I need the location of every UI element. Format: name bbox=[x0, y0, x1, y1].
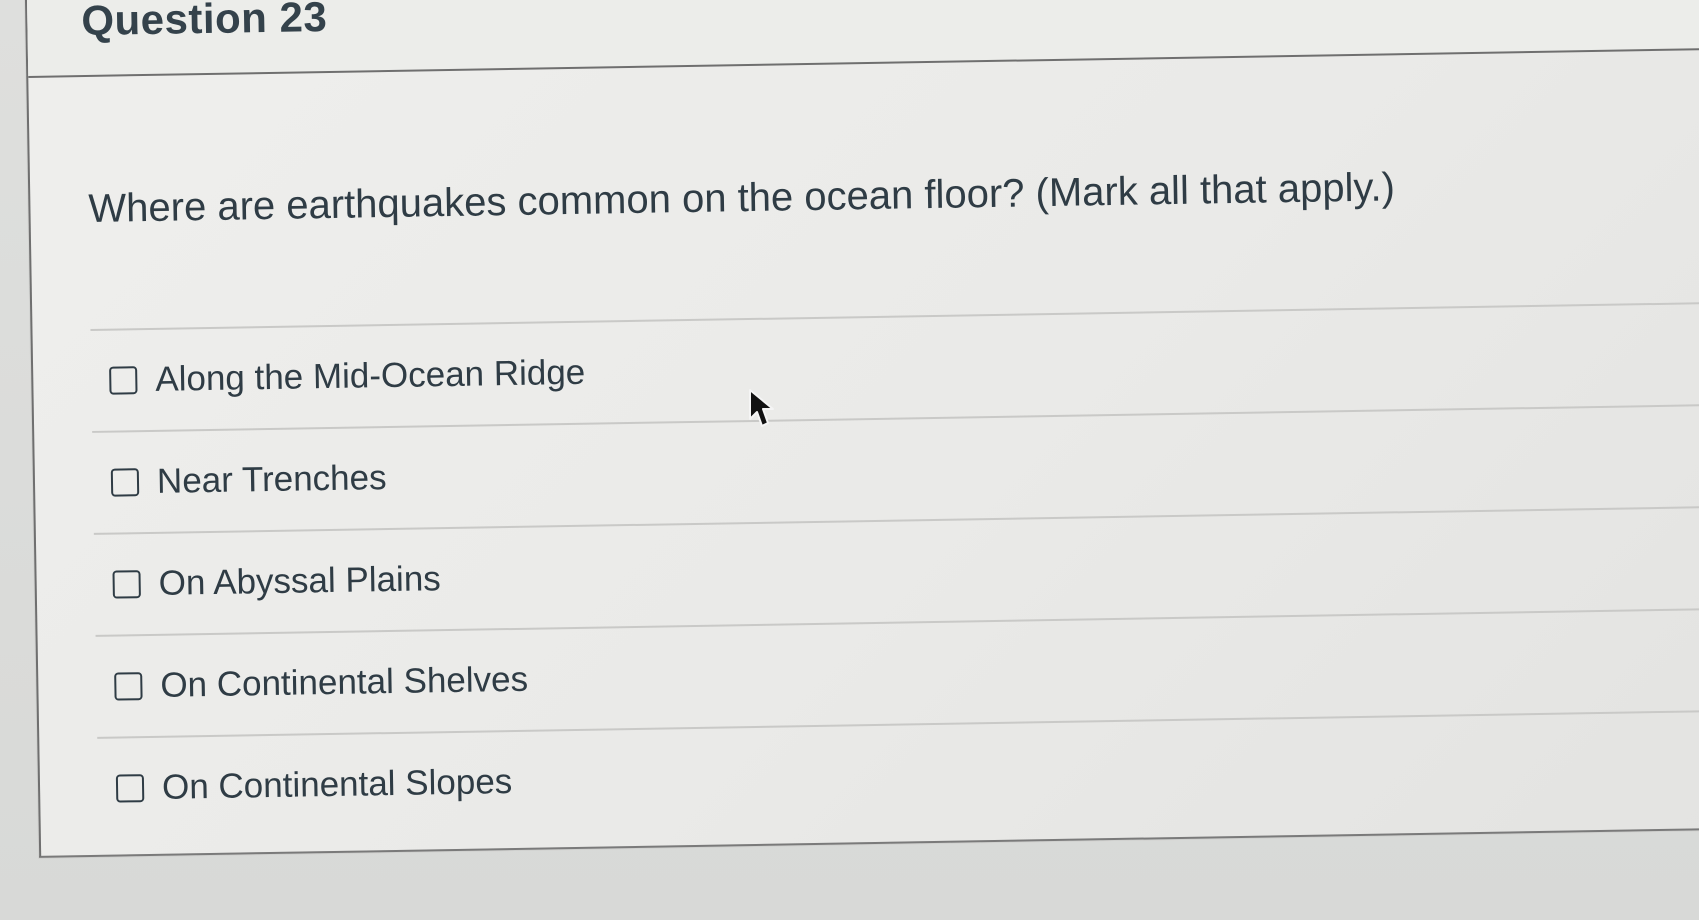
question-prompt: Where are earthquakes common on the ocea… bbox=[88, 165, 1396, 231]
answer-label: On Continental Shelves bbox=[160, 659, 529, 705]
arrow-pointer-icon bbox=[749, 389, 774, 427]
answer-label: Along the Mid-Ocean Ridge bbox=[154, 352, 586, 399]
answer-checkbox[interactable] bbox=[109, 366, 138, 395]
answer-list: Along the Mid-Ocean Ridge Near Trenches … bbox=[90, 302, 1699, 839]
answer-checkbox[interactable] bbox=[114, 672, 143, 701]
answer-checkbox[interactable] bbox=[112, 570, 141, 599]
answer-label: Near Trenches bbox=[156, 458, 387, 501]
question-body: Where are earthquakes common on the ocea… bbox=[28, 47, 1699, 855]
answer-label: On Abyssal Plains bbox=[158, 559, 442, 603]
answer-checkbox[interactable] bbox=[110, 468, 140, 497]
question-title: Question 23 bbox=[80, 0, 328, 45]
question-card: Question 23 Where are earthquakes common… bbox=[24, 0, 1699, 858]
answer-label: On Continental Slopes bbox=[161, 762, 513, 807]
quiz-page: Question 23 Where are earthquakes common… bbox=[0, 0, 1699, 920]
answer-checkbox[interactable] bbox=[115, 774, 145, 803]
